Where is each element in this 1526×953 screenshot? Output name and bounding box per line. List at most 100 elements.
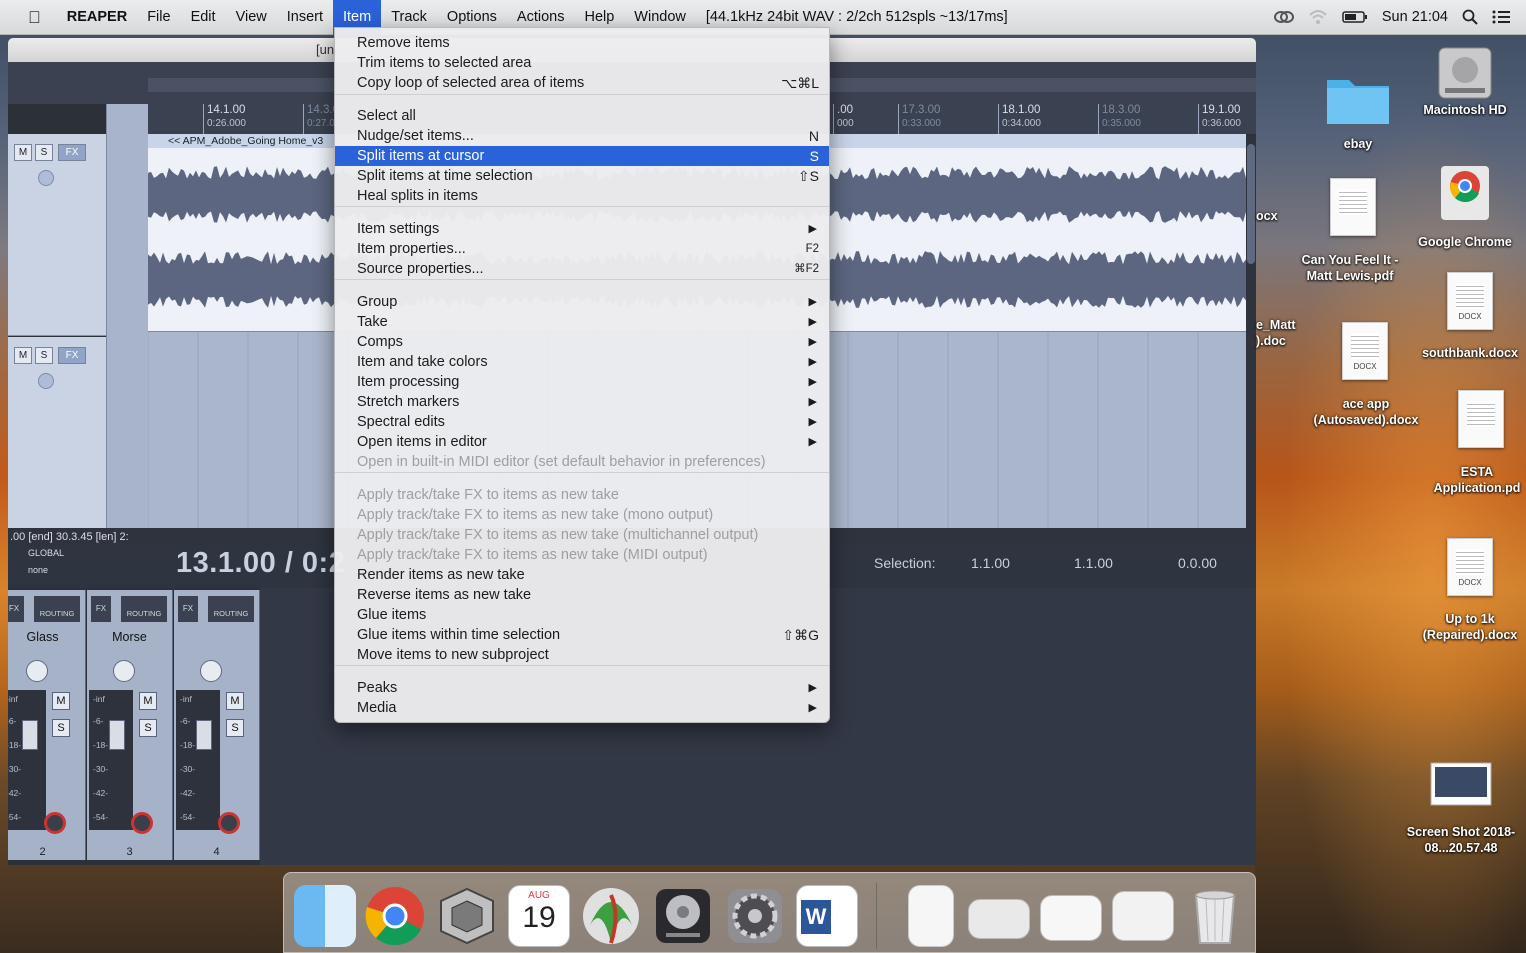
track-panel-divider[interactable] [106, 104, 148, 564]
pan-knob[interactable] [113, 660, 135, 682]
menu-item-reverse-items-as-new-take[interactable]: Reverse items as new take [335, 585, 829, 605]
menu-item-copy-loop-of-selected-area-of-items[interactable]: Copy loop of selected area of items ⌥⌘L [335, 73, 829, 93]
menu-item-take[interactable]: Take ▶ [335, 312, 829, 332]
volume-fader[interactable] [109, 720, 125, 750]
pan-knob[interactable] [26, 660, 48, 682]
spotlight-search-icon[interactable] [1462, 9, 1478, 25]
menu-insert[interactable]: Insert [277, 0, 333, 35]
menu-item-item-properties[interactable]: Item properties... F2 [335, 239, 829, 259]
menu-item-select-all[interactable]: Select all [335, 106, 829, 126]
dock-calendar-window-icon[interactable] [1040, 895, 1102, 941]
desktop-icon-can-you-feel-it-pdf[interactable]: Can You Feel It - Matt Lewis.pdf [1295, 178, 1415, 284]
chrome-icon[interactable] [364, 885, 426, 947]
selection-end[interactable]: 1.1.00 [1074, 555, 1113, 571]
menu-edit[interactable]: Edit [181, 0, 226, 35]
menu-item-render-items-as-new-take[interactable]: Render items as new take [335, 565, 829, 585]
menu-item-item-processing[interactable]: Item processing ▶ [335, 372, 829, 392]
menu-item-peaks[interactable]: Peaks ▶ [335, 678, 829, 698]
desktop-icon-google-chrome[interactable]: Google Chrome [1405, 162, 1525, 250]
menu-item-source-properties[interactable]: Source properties... ⌘F2 [335, 259, 829, 279]
track-1-fx-button[interactable]: FX [58, 144, 86, 161]
desktop-icon-ace-app-docx[interactable]: DOCX ace app (Autosaved).docx [1305, 322, 1427, 428]
creative-cloud-icon[interactable] [1273, 10, 1294, 24]
desktop-icon-southbank-docx[interactable]: DOCX southbank.docx [1414, 272, 1526, 361]
logic-pro-icon[interactable] [652, 885, 714, 947]
mixer-solo-button[interactable]: S [139, 719, 157, 737]
record-arm-button[interactable] [131, 812, 153, 834]
pan-knob[interactable] [200, 660, 222, 682]
track-1-solo-button[interactable]: S [35, 144, 53, 161]
mixer-mute-button[interactable]: M [52, 692, 70, 710]
mixer-routing-button[interactable]: ROUTING [121, 596, 167, 622]
desktop-partial-label[interactable]: ocx [1256, 208, 1286, 224]
menu-item-split-items-at-cursor[interactable]: Split items at cursor S [335, 146, 829, 166]
system-preferences-icon[interactable] [724, 885, 786, 947]
mixer-strip[interactable]: FX ROUTING Morse -inf -6- -18- -30- -42- -54-… [87, 590, 173, 860]
mixer-routing-button[interactable]: ROUTING [34, 596, 80, 622]
menu-view[interactable]: View [226, 0, 277, 35]
desktop-icon-screen-shot[interactable]: Screen Shot 2018-08...20.57.48 [1398, 762, 1524, 856]
menu-item-item-settings[interactable]: Item settings ▶ [335, 219, 829, 239]
time-display[interactable]: 13.1.00 / 0:2 [176, 546, 345, 580]
mixer-track-name[interactable]: Glass [8, 630, 85, 644]
mixer-strip[interactable]: FX ROUTING Glass -inf-6--18--30--42--54-… [8, 590, 86, 860]
menu-app-reaper[interactable]: REAPER [57, 0, 137, 35]
menu-item-trim-items-to-selected-area[interactable]: Trim items to selected area [335, 53, 829, 73]
selection-start[interactable]: 1.1.00 [971, 555, 1010, 571]
volume-fader[interactable] [22, 720, 38, 750]
track-1-dropdown-knob[interactable] [38, 170, 54, 186]
record-arm-button[interactable] [218, 812, 240, 834]
menu-item-glue-items-within-time-selection[interactable]: Glue items within time selection ⇧⌘G [335, 625, 829, 645]
finder-icon[interactable] [294, 885, 356, 947]
mixer-fx-button[interactable]: FX [91, 596, 111, 622]
track-2-solo-button[interactable]: S [35, 347, 53, 364]
reaper-app-icon[interactable] [580, 885, 642, 947]
menu-item-remove-items[interactable]: Remove items [335, 33, 829, 53]
track-1-mute-button[interactable]: M [14, 144, 32, 161]
mixer-mute-button[interactable]: M [226, 692, 244, 710]
desktop-icon-macintosh-hd[interactable]: Macintosh HD [1405, 40, 1525, 118]
volume-fader[interactable] [196, 720, 212, 750]
menu-item-open-items-in-editor[interactable]: Open items in editor ▶ [335, 432, 829, 452]
menu-item-split-items-at-time-selection[interactable]: Split items at time selection ⇧S [335, 166, 829, 186]
mixer-routing-button[interactable]: ROUTING [208, 596, 254, 622]
dock-recent-window-icon[interactable] [968, 899, 1030, 939]
notification-center-icon[interactable] [1492, 10, 1510, 24]
mixer-fx-button[interactable]: FX [178, 596, 198, 622]
mixer-strip[interactable]: FX ROUTING -inf -6- -18- -30- -42- -54- M S 4 [174, 590, 260, 860]
dock-document-icon[interactable] [908, 885, 954, 947]
menu-item-group[interactable]: Group ▶ [335, 292, 829, 312]
menu-item-stretch-markers[interactable]: Stretch markers ▶ [335, 392, 829, 412]
wifi-icon[interactable] [1308, 9, 1328, 25]
track-1-header[interactable]: M S FX 1 [8, 134, 120, 336]
menu-file[interactable]: File [137, 0, 180, 35]
mixer-solo-button[interactable]: S [226, 719, 244, 737]
battery-icon[interactable] [1342, 10, 1368, 24]
track-2-fx-button[interactable]: FX [58, 347, 86, 364]
mixer-mute-button[interactable]: M [139, 692, 157, 710]
menu-item-spectral-edits[interactable]: Spectral edits ▶ [335, 412, 829, 432]
menu-item-nudge-set-items[interactable]: Nudge/set items... N [335, 126, 829, 146]
dock-word-window-icon[interactable] [1112, 891, 1174, 941]
menu-item-glue-items[interactable]: Glue items [335, 605, 829, 625]
desktop-partial-label[interactable]: ).doc [1256, 333, 1316, 349]
calendar-icon[interactable]: AUG 19 [508, 885, 570, 947]
global-mode-dropdown[interactable]: none [28, 563, 82, 577]
menu-item-media[interactable]: Media ▶ [335, 698, 829, 718]
menu-item-comps[interactable]: Comps ▶ [335, 332, 829, 352]
menu-item-heal-splits-in-items[interactable]: Heal splits in items [335, 186, 829, 206]
desktop-partial-label[interactable]: e_Matt [1256, 317, 1316, 333]
word-icon[interactable]: W [796, 885, 858, 947]
track-2-dropdown-knob[interactable] [38, 373, 54, 389]
desktop-icon-up-to-1k-docx[interactable]: DOCX Up to 1k (Repaired).docx [1414, 538, 1526, 643]
virtualbox-icon[interactable] [436, 885, 498, 947]
menu-item-item-and-take-colors[interactable]: Item and take colors ▶ [335, 352, 829, 372]
apple-menu-icon[interactable]:  [0, 0, 57, 35]
trash-icon[interactable] [1184, 885, 1246, 947]
mixer-track-name[interactable]: Morse [87, 630, 172, 644]
mixer-fx-button[interactable]: FX [8, 596, 24, 622]
desktop-icon-esta-application-pdf[interactable]: ESTA Application.pd [1428, 390, 1526, 496]
menu-item-move-items-to-new-subproject[interactable]: Move items to new subproject [335, 645, 829, 665]
selection-length[interactable]: 0.0.00 [1178, 555, 1217, 571]
record-arm-button[interactable] [44, 812, 66, 834]
